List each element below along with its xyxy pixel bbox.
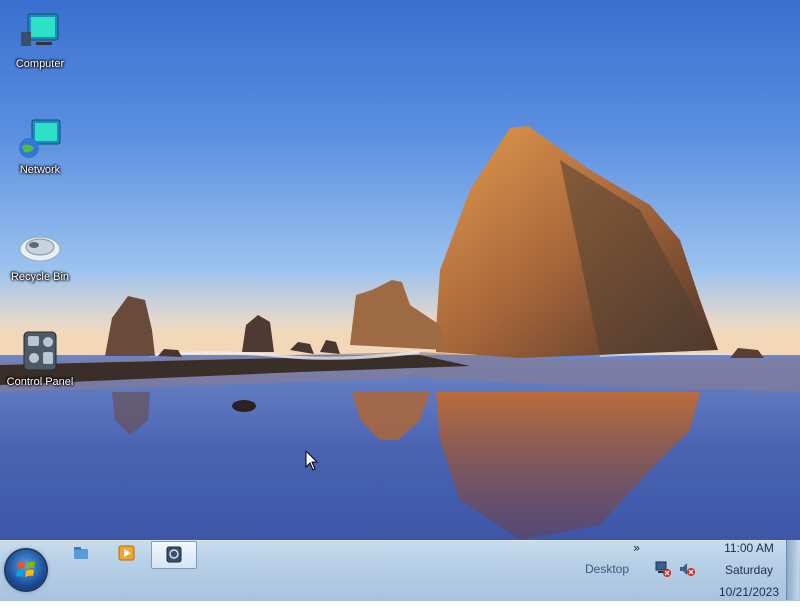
computer-icon: [16, 12, 64, 56]
clock-date: 10/21/2023: [718, 585, 780, 599]
network-disconnected-icon[interactable]: [655, 561, 671, 577]
show-desktop-button[interactable]: [786, 540, 799, 600]
control-panel-icon: [16, 330, 64, 374]
desktop-wallpaper: [0, 0, 800, 540]
desktop-toolbar-label[interactable]: Desktop: [585, 562, 629, 576]
taskbar-active-app-button[interactable]: [151, 541, 197, 569]
start-button[interactable]: [6, 550, 46, 590]
volume-muted-icon[interactable]: [679, 561, 695, 577]
desktop-icon-label: Recycle Bin: [10, 271, 70, 283]
desktop-icon-network[interactable]: Network: [0, 118, 80, 176]
network-icon: [16, 118, 64, 162]
desktop-icon-label: Control Panel: [6, 376, 74, 388]
clock-day: Saturday: [724, 563, 774, 577]
mouse-cursor-icon: [305, 449, 319, 472]
desktop-icon-computer[interactable]: Computer: [0, 12, 80, 70]
app-window-icon: [166, 546, 182, 563]
desktop-icon-recycle-bin[interactable]: Recycle Bin: [0, 225, 80, 283]
tray-overflow-button[interactable]: »: [633, 541, 640, 555]
clock-time: 11:00 AM: [724, 541, 774, 555]
start-orb-icon: [16, 561, 35, 577]
desktop-icon-label: Computer: [15, 58, 65, 70]
taskbar-explorer-button[interactable]: [70, 541, 114, 567]
desktop-icon-label: Network: [19, 164, 61, 176]
system-clock[interactable]: 11:00 AM Saturday 10/21/2023: [708, 541, 790, 607]
taskbar: » Desktop 11:00 AM Saturday 10/21/2023: [0, 540, 800, 601]
desktop-icon-control-panel[interactable]: Control Panel: [0, 330, 80, 388]
system-tray: » Desktop 11:00 AM Saturday 10/21/2023: [573, 541, 790, 601]
recycle-bin-icon: [16, 225, 64, 269]
folder-icon: [74, 547, 88, 559]
